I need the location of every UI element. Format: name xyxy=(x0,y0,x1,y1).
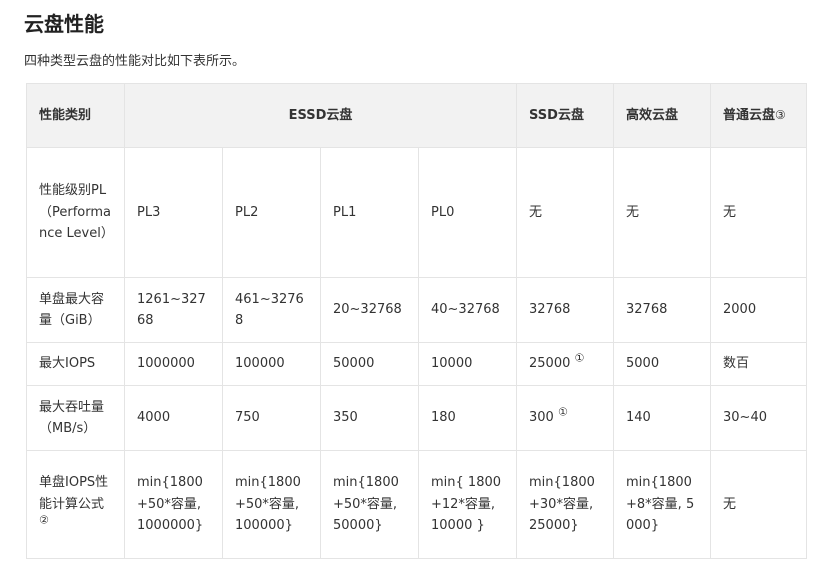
header-ssd: SSD云盘 xyxy=(516,83,615,148)
row-label: 单盘最大容量（GiB） xyxy=(26,277,125,343)
table-row-iops-formula: 单盘IOPS性能计算公式 ② min{1800+50*容量, 1000000} … xyxy=(26,450,808,559)
table-header-row: 性能类别 ESSD云盘 SSD云盘 高效云盘 普通云盘③ xyxy=(26,83,808,148)
cell-basic: 30~40 xyxy=(710,385,808,451)
row-label: 单盘IOPS性能计算公式 ② xyxy=(26,450,125,559)
cell-ssd: 300 ① xyxy=(516,385,615,451)
cell-basic: 无 xyxy=(710,147,808,278)
cell-ssd: 32768 xyxy=(516,277,615,343)
footnote-mark-1: ① xyxy=(574,351,585,365)
header-essd: ESSD云盘 xyxy=(123,83,518,148)
cell-essd-pl3: min{1800+50*容量, 1000000} xyxy=(124,450,223,559)
row-label: 性能级别PL（Performance Level） xyxy=(26,147,125,278)
cell-essd-pl0: PL0 xyxy=(417,147,518,278)
cell-ssd-value: 300 xyxy=(529,410,554,426)
cell-essd-pl1: PL1 xyxy=(320,147,419,278)
cell-ssd-value: 25000 xyxy=(529,356,571,372)
cell-essd-pl0: min{ 1800+12*容量, 10000 } xyxy=(417,450,518,559)
row-label-text: 单盘IOPS性能计算公式 xyxy=(39,475,109,512)
cell-basic: 数百 xyxy=(710,342,808,386)
cell-essd-pl2: min{1800+50*容量, 100000} xyxy=(222,450,321,559)
cell-efficiency: 5000 xyxy=(613,342,712,386)
row-label: 最大IOPS xyxy=(26,342,125,386)
header-basic-label: 普通云盘 xyxy=(723,107,776,123)
disk-performance-table: 性能类别 ESSD云盘 SSD云盘 高效云盘 普通云盘③ 性能级别PL（Perf… xyxy=(26,83,808,559)
cell-essd-pl3: 4000 xyxy=(124,385,223,451)
cell-efficiency: 无 xyxy=(613,147,712,278)
cell-essd-pl0: 180 xyxy=(417,385,518,451)
cell-essd-pl2: 100000 xyxy=(222,342,321,386)
cell-essd-pl3: 1000000 xyxy=(124,342,223,386)
cell-efficiency: 140 xyxy=(613,385,712,451)
cell-basic: 2000 xyxy=(710,277,808,343)
cell-ssd: min{1800+30*容量, 25000} xyxy=(516,450,615,559)
cell-essd-pl2: 750 xyxy=(222,385,321,451)
cell-essd-pl1: 350 xyxy=(320,385,419,451)
row-label: 最大吞吐量（MB/s） xyxy=(26,385,125,451)
cell-efficiency: 32768 xyxy=(613,277,712,343)
cell-essd-pl0: 10000 xyxy=(417,342,518,386)
table-row-max-iops: 最大IOPS 1000000 100000 50000 10000 25000 … xyxy=(26,342,808,386)
cell-ssd: 25000 ① xyxy=(516,342,615,386)
cell-essd-pl2: 461~32768 xyxy=(222,277,321,343)
cell-essd-pl1: min{1800+50*容量, 50000} xyxy=(320,450,419,559)
header-efficiency: 高效云盘 xyxy=(613,83,712,148)
cell-ssd: 无 xyxy=(516,147,615,278)
cell-essd-pl3: 1261~32768 xyxy=(124,277,223,343)
cell-essd-pl3: PL3 xyxy=(124,147,223,278)
table-row-max-capacity: 单盘最大容量（GiB） 1261~32768 461~32768 20~3276… xyxy=(26,277,808,343)
cell-essd-pl2: PL2 xyxy=(222,147,321,278)
cell-essd-pl1: 20~32768 xyxy=(320,277,419,343)
footnote-mark-1: ① xyxy=(557,405,568,419)
cell-essd-pl1: 50000 xyxy=(320,342,419,386)
intro-text: 四种类型云盘的性能对比如下表所示。 xyxy=(24,54,246,69)
table-row-performance-level: 性能级别PL（Performance Level） PL3 PL2 PL1 PL… xyxy=(26,147,808,278)
table-row-max-throughput: 最大吞吐量（MB/s） 4000 750 350 180 300 ① 140 3… xyxy=(26,385,808,451)
page-title: 云盘性能 xyxy=(24,12,104,36)
header-category: 性能类别 xyxy=(26,83,125,148)
footnote-mark-2: ② xyxy=(39,513,49,527)
cell-essd-pl0: 40~32768 xyxy=(417,277,518,343)
header-basic: 普通云盘③ xyxy=(710,83,808,148)
footnote-mark-3: ③ xyxy=(775,107,786,122)
cell-basic: 无 xyxy=(710,450,808,559)
cell-efficiency: min{1800+8*容量, 5000} xyxy=(613,450,712,559)
